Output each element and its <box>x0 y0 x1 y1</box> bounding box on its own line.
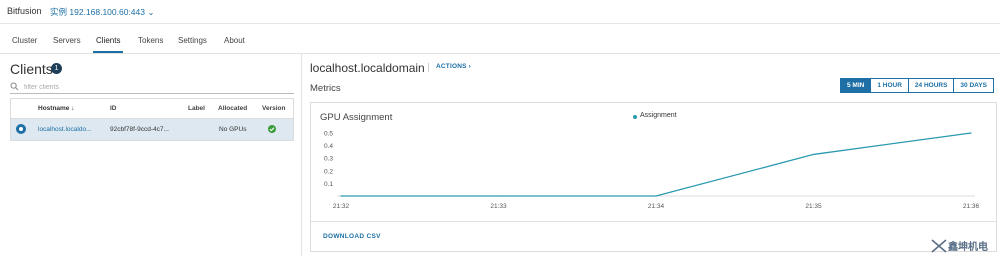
data-point <box>970 132 972 134</box>
cell-allocated: No GPUs <box>219 126 247 133</box>
column-version[interactable]: Version <box>262 105 285 112</box>
tab-clients[interactable]: Clients <box>96 36 120 45</box>
range-30days-button[interactable]: 30 DAYS <box>953 78 994 93</box>
filter-box <box>10 81 294 94</box>
data-point <box>340 195 342 197</box>
check-circle-icon <box>268 125 276 133</box>
range-1hour-button[interactable]: 1 HOUR <box>870 78 909 93</box>
clients-count-badge: 1 <box>51 63 62 74</box>
time-range-selector: 5 MIN 1 HOUR 24 HOURS 30 DAYS <box>840 78 994 93</box>
brand-name: Bitfusion <box>7 6 42 16</box>
y-tick-label: 0.4 <box>324 143 333 150</box>
actions-button[interactable]: ACTIONS › <box>428 63 471 72</box>
tab-cluster[interactable]: Cluster <box>12 36 37 45</box>
active-tab-indicator <box>93 51 123 53</box>
data-point <box>655 195 657 197</box>
watermark-text: 鑫坤机电 <box>948 242 988 253</box>
download-csv-link[interactable]: DOWNLOAD CSV <box>323 233 381 240</box>
x-tick-label: 21:32 <box>333 203 350 210</box>
y-tick-label: 0.3 <box>324 156 333 163</box>
host-title: localhost.localdomain <box>310 61 425 75</box>
y-tick-label: 0.2 <box>324 168 333 175</box>
column-allocated[interactable]: Allocated <box>218 105 247 112</box>
panel-divider <box>301 54 302 256</box>
y-tick-label: 0.1 <box>324 181 333 188</box>
card-footer-divider <box>311 221 996 222</box>
x-tick-label: 21:35 <box>805 203 822 210</box>
tab-servers[interactable]: Servers <box>53 36 81 45</box>
gpu-assignment-chart: 0.1 0.2 0.3 0.4 0.5 21:32 21:33 21:34 21:35 21:36 <box>324 131 980 211</box>
gpu-assignment-card: GPU Assignment Assignment 0.1 0.2 0.3 0.4 0.… <box>310 102 997 252</box>
column-label[interactable]: Label <box>188 105 205 112</box>
range-5min-button[interactable]: 5 MIN <box>840 78 872 93</box>
tab-tokens[interactable]: Tokens <box>138 36 163 45</box>
range-24hours-button[interactable]: 24 HOURS <box>907 78 955 93</box>
column-id[interactable]: ID <box>110 105 117 112</box>
x-tick-label: 21:34 <box>648 203 665 210</box>
watermark-logo-icon <box>931 239 947 253</box>
instance-selector[interactable]: 实例 192.168.100.60:443 ⌄ <box>50 6 154 18</box>
tab-settings[interactable]: Settings <box>178 36 207 45</box>
y-tick-label: 0.5 <box>324 131 333 138</box>
cell-id: 92cbf78f-9ccd-4c7... <box>110 126 169 133</box>
x-tick-label: 21:33 <box>490 203 507 210</box>
tab-about[interactable]: About <box>224 36 245 45</box>
filter-clients-input[interactable] <box>24 81 284 93</box>
column-hostname[interactable]: Hostname ↓ <box>38 105 74 112</box>
search-icon <box>10 82 19 91</box>
x-tick-label: 21:36 <box>963 203 980 210</box>
main-tabs: Cluster Servers Clients Tokens Settings … <box>0 24 1000 54</box>
clients-table: Hostname ↓ ID Label Allocated Version lo… <box>10 98 294 141</box>
table-row[interactable]: localhost.localdo... 92cbf78f-9ccd-4c7..… <box>11 119 293 140</box>
cell-hostname[interactable]: localhost.localdo... <box>38 126 91 133</box>
table-header: Hostname ↓ ID Label Allocated Version <box>11 99 293 119</box>
data-point <box>812 153 815 156</box>
clients-title: Clients <box>10 61 53 77</box>
row-select-radio[interactable] <box>16 124 26 134</box>
data-point <box>497 195 500 197</box>
series-line-assignment <box>341 132 972 197</box>
top-bar: Bitfusion 实例 192.168.100.60:443 ⌄ <box>0 0 1000 24</box>
metrics-heading: Metrics <box>310 83 341 94</box>
